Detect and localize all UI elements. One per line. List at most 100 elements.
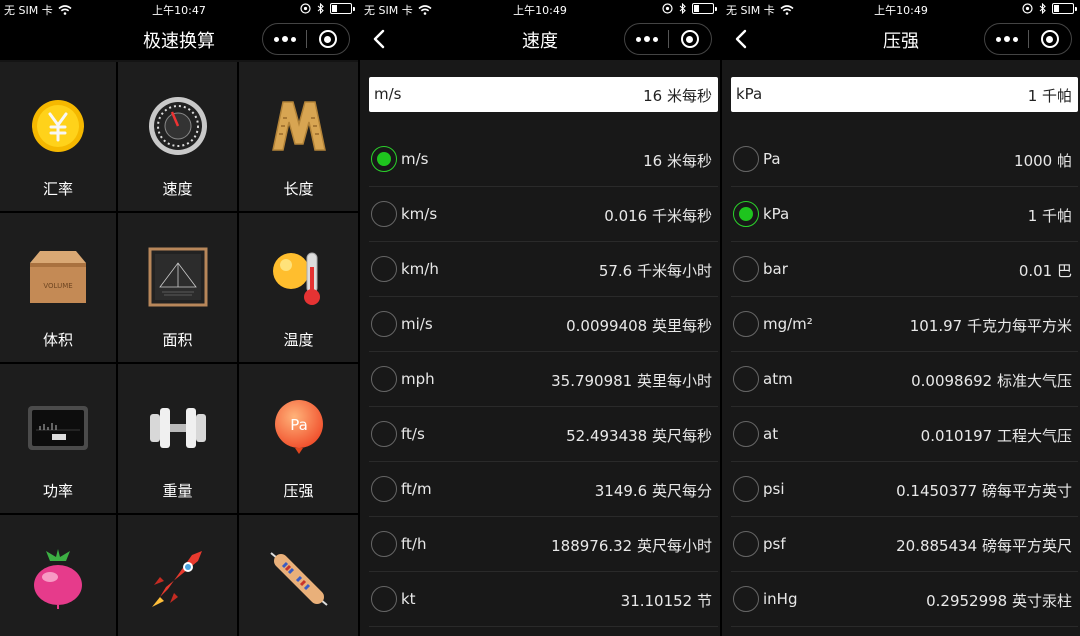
radio-button[interactable] bbox=[733, 366, 759, 392]
unit-row[interactable]: atm 0.0098692 标准大气压 bbox=[731, 352, 1078, 407]
radio-button[interactable] bbox=[733, 256, 759, 282]
close-miniprogram-button[interactable] bbox=[307, 24, 349, 54]
radio-button[interactable] bbox=[371, 421, 397, 447]
unit-label: km/h bbox=[401, 260, 439, 278]
more-menu-button[interactable] bbox=[985, 24, 1028, 54]
unit-label: mg/m² bbox=[763, 315, 813, 333]
unit-row[interactable]: ft/s 52.493438 英尺每秒 bbox=[369, 407, 718, 462]
radio-button[interactable] bbox=[733, 586, 759, 612]
dumbbell-icon bbox=[149, 408, 206, 448]
radio-button[interactable] bbox=[733, 531, 759, 557]
converted-value: 1 千帕 bbox=[1027, 207, 1072, 225]
converted-value: 52.493438 英尺每秒 bbox=[566, 427, 712, 445]
converted-value: 0.010197 工程大气压 bbox=[920, 427, 1072, 445]
yuan-coin-icon bbox=[32, 100, 84, 152]
radio-button[interactable] bbox=[733, 146, 759, 172]
unit-row[interactable]: mph 35.790981 英里每小时 bbox=[369, 352, 718, 407]
tile-pressure[interactable]: Pa 压强 bbox=[239, 364, 358, 513]
bluetooth-icon bbox=[317, 3, 324, 14]
unit-label: inHg bbox=[763, 590, 798, 608]
converted-value: 101.97 千克力每平方米 bbox=[909, 317, 1072, 335]
radio-button[interactable] bbox=[733, 476, 759, 502]
tile-temperature[interactable]: 温度 bbox=[239, 213, 358, 362]
tile-length[interactable]: 长度 bbox=[239, 62, 358, 211]
unit-row[interactable]: kt 31.10152 节 bbox=[369, 572, 718, 627]
tile-resistor[interactable] bbox=[239, 515, 358, 636]
unit-label: km/s bbox=[401, 205, 438, 223]
resistor-icon bbox=[269, 552, 328, 606]
unit-row[interactable]: m/s 16 米每秒 bbox=[369, 132, 718, 187]
radio-button[interactable] bbox=[733, 201, 759, 227]
speed-screen: 无 SIM 卡 上午10:49 速度 m/s 16 米每秒 m/s 16 米每秒 k… bbox=[360, 0, 720, 636]
radio-button[interactable] bbox=[733, 421, 759, 447]
close-miniprogram-button[interactable] bbox=[669, 24, 711, 54]
radio-button[interactable] bbox=[371, 201, 397, 227]
tile-rocket[interactable] bbox=[118, 515, 237, 636]
tile-label: 温度 bbox=[283, 331, 314, 349]
unit-row[interactable]: at 0.010197 工程大气压 bbox=[731, 407, 1078, 462]
converted-value: 1000 帕 bbox=[1014, 152, 1072, 170]
radio-button[interactable] bbox=[371, 531, 397, 557]
tile-label: 体积 bbox=[42, 331, 73, 349]
unit-label: kt bbox=[401, 590, 416, 608]
target-icon bbox=[680, 30, 699, 48]
radio-button[interactable] bbox=[371, 476, 397, 502]
nav-bar: 压强 bbox=[722, 18, 1080, 60]
svg-text:VOLUME: VOLUME bbox=[43, 282, 72, 290]
unit-row[interactable]: mg/m² 101.97 千克力每平方米 bbox=[731, 297, 1078, 352]
location-icon bbox=[662, 3, 673, 14]
radio-button[interactable] bbox=[733, 311, 759, 337]
tile-area[interactable]: 面积 bbox=[118, 213, 237, 362]
unit-row[interactable]: ft/m 3149.6 英尺每分 bbox=[369, 462, 718, 517]
pressure-screen: 无 SIM 卡 上午10:49 压强 kPa 1 千帕 Pa 1000 帕 kPa 1… bbox=[722, 0, 1080, 636]
tile-power[interactable]: 功率 bbox=[0, 364, 116, 513]
battery-icon bbox=[1052, 3, 1077, 14]
converted-value: 20.885434 磅每平方英尺 bbox=[896, 537, 1072, 555]
tile-radish[interactable] bbox=[0, 515, 116, 636]
value-input[interactable]: m/s 16 米每秒 bbox=[369, 77, 718, 112]
tile-volume[interactable]: VOLUME 体积 bbox=[0, 213, 116, 362]
unit-row[interactable]: kPa 1 千帕 bbox=[731, 187, 1078, 242]
unit-row[interactable]: inHg 0.2952998 英寸汞柱 bbox=[731, 572, 1078, 627]
status-bar: 无 SIM 卡 上午10:47 bbox=[0, 0, 358, 18]
unit-label: at bbox=[763, 425, 779, 443]
more-menu-button[interactable] bbox=[625, 24, 668, 54]
unit-row[interactable]: mi/s 0.0099408 英里每秒 bbox=[369, 297, 718, 352]
tile-label: 面积 bbox=[162, 331, 193, 349]
tile-exchange-rate[interactable]: 汇率 bbox=[0, 62, 116, 211]
unit-row[interactable]: ft/h 188976.32 英尺每小时 bbox=[369, 517, 718, 572]
radio-button[interactable] bbox=[371, 256, 397, 282]
radio-button[interactable] bbox=[371, 311, 397, 337]
unit-label: psf bbox=[763, 535, 786, 553]
unit-label: Pa bbox=[763, 150, 781, 168]
speedometer-icon bbox=[148, 97, 207, 155]
unit-row[interactable]: km/h 57.6 千米每小时 bbox=[369, 242, 718, 297]
radio-button[interactable] bbox=[371, 366, 397, 392]
radio-button[interactable] bbox=[371, 146, 397, 172]
tile-weight[interactable]: 重量 bbox=[118, 364, 237, 513]
unit-row[interactable]: psf 20.885434 磅每平方英尺 bbox=[731, 517, 1078, 572]
tile-label: 长度 bbox=[283, 180, 314, 198]
radio-button[interactable] bbox=[371, 586, 397, 612]
miniprogram-capsule bbox=[624, 23, 712, 55]
unit-label: atm bbox=[763, 370, 793, 388]
converted-value: 0.0098692 标准大气压 bbox=[911, 372, 1072, 390]
unit-row[interactable]: psi 0.1450377 磅每平方英寸 bbox=[731, 462, 1078, 517]
unit-label: mph bbox=[401, 370, 435, 388]
close-miniprogram-button[interactable] bbox=[1029, 24, 1071, 54]
more-menu-button[interactable] bbox=[263, 24, 306, 54]
tile-speed[interactable]: 速度 bbox=[118, 62, 237, 211]
converted-value: 0.1450377 磅每平方英寸 bbox=[896, 482, 1072, 500]
thermometer-icon bbox=[272, 252, 320, 305]
tile-label: 重量 bbox=[162, 482, 193, 500]
input-value: 16 米每秒 bbox=[643, 87, 712, 105]
converted-value: 57.6 千米每小时 bbox=[598, 262, 712, 280]
unit-row[interactable]: Pa 1000 帕 bbox=[731, 132, 1078, 187]
unit-list: m/s 16 米每秒 km/s 0.016 千米每秒 km/h 57.6 千米每小时 mi/… bbox=[369, 132, 718, 627]
tile-label: 功率 bbox=[42, 482, 73, 500]
unit-row[interactable]: km/s 0.016 千米每秒 bbox=[369, 187, 718, 242]
value-input[interactable]: kPa 1 千帕 bbox=[731, 77, 1078, 112]
converted-value: 16 米每秒 bbox=[643, 152, 712, 170]
tile-label: 汇率 bbox=[42, 180, 73, 198]
unit-row[interactable]: bar 0.01 巴 bbox=[731, 242, 1078, 297]
